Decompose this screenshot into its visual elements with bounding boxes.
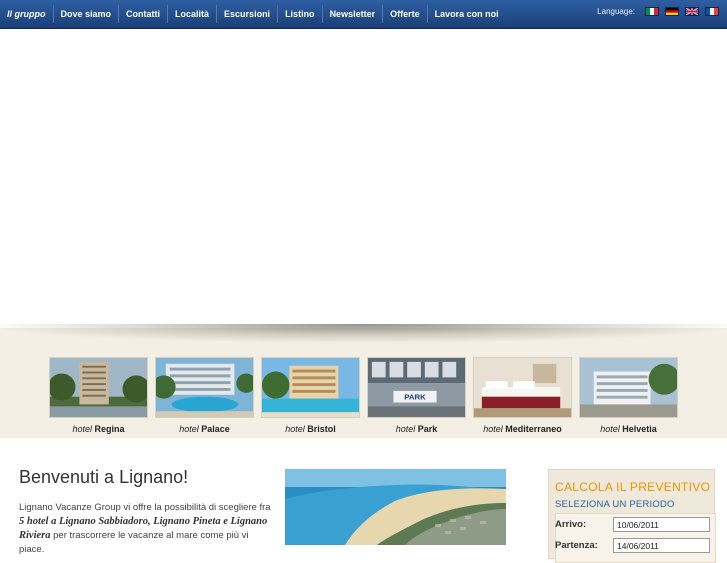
page-title: Benvenuti a Lignano! [19, 467, 189, 487]
hotel-card-park[interactable]: PARK hotel Park [367, 357, 466, 434]
hotel-palace-prefix: hotel [179, 424, 199, 434]
hotel-card-regina[interactable]: hotel Regina [49, 357, 148, 434]
nav-item-escursioni[interactable]: Escursioni [217, 5, 279, 23]
quote-calculator: CALCOLA IL PREVENTIVO SELEZIONA UN PERIO… [548, 469, 716, 563]
arrival-label: Arrivo: [555, 519, 587, 530]
hotel-helvetia-name[interactable]: Helvetia [622, 424, 657, 434]
hotel-palace-name[interactable]: Palace [201, 424, 230, 434]
svg-text:PARK: PARK [404, 393, 426, 402]
hotel-card-mediterraneo[interactable]: hotel Mediterraneo [473, 357, 572, 434]
intro-paragraph: Lignano Vacanze Group vi offre la possib… [19, 501, 271, 557]
nav-item-newsletter[interactable]: Newsletter [323, 5, 384, 23]
hotel-helvetia-prefix: hotel [600, 424, 620, 434]
french-flag-icon[interactable] [705, 7, 719, 16]
nav-item-localita[interactable]: Località [168, 5, 218, 23]
uk-flag-icon[interactable] [685, 7, 699, 16]
nav-item-dove-siamo[interactable]: Dove siamo [54, 5, 120, 23]
quote-calculator-subtitle: SELEZIONA UN PERIODO [555, 499, 675, 510]
banner-shadow [0, 324, 727, 342]
nav-item-contatti[interactable]: Contatti [119, 5, 169, 23]
departure-date-input[interactable] [613, 538, 710, 553]
hotel-card-helvetia[interactable]: hotel Helvetia [579, 357, 678, 434]
nav-item-il-gruppo[interactable]: Il gruppo [0, 5, 54, 23]
language-selector: Language: [597, 7, 719, 16]
hotel-park-name[interactable]: Park [418, 424, 438, 434]
hotel-helvetia-photo[interactable] [579, 357, 678, 418]
hotel-bristol-prefix: hotel [285, 424, 305, 434]
top-navigation-bar: Il gruppo Dove siamo Contatti Località E… [0, 0, 727, 29]
nav-item-listino[interactable]: Listino [278, 5, 323, 23]
hotel-mediterraneo-photo[interactable] [473, 357, 572, 418]
hotel-mediterraneo-prefix: hotel [483, 424, 503, 434]
main-nav: Il gruppo Dove siamo Contatti Località E… [0, 5, 506, 23]
intro-text-part2: per trascorrere le vacanze al mare come … [19, 530, 249, 555]
intro-text-part1: Lignano Vacanze Group vi offre la possib… [19, 502, 271, 513]
language-label: Language: [597, 7, 635, 16]
hotel-gallery: hotel Regina hotel Palace hotel Bristol [49, 357, 678, 434]
hotel-park-photo[interactable]: PARK [367, 357, 466, 418]
banner-area [0, 30, 727, 328]
nav-item-offerte[interactable]: Offerte [383, 5, 428, 23]
quote-calculator-title: CALCOLA IL PREVENTIVO [555, 480, 711, 494]
hotel-mediterraneo-name[interactable]: Mediterraneo [505, 424, 562, 434]
italian-flag-icon[interactable] [645, 7, 659, 16]
hotel-regina-name[interactable]: Regina [95, 424, 125, 434]
hotel-palace-photo[interactable] [155, 357, 254, 418]
hotel-card-palace[interactable]: hotel Palace [155, 357, 254, 434]
german-flag-icon[interactable] [665, 7, 679, 16]
hotel-bristol-name[interactable]: Bristol [307, 424, 336, 434]
arrival-row: Arrivo: [555, 517, 710, 532]
hotel-park-prefix: hotel [395, 424, 416, 434]
aerial-photo-lignano [285, 469, 506, 545]
hotel-bristol-photo[interactable] [261, 357, 360, 418]
departure-label: Partenza: [555, 540, 598, 551]
hotel-regina-photo[interactable] [49, 357, 148, 418]
nav-item-lavora-con-noi[interactable]: Lavora con noi [428, 5, 506, 23]
arrival-date-input[interactable] [613, 517, 710, 532]
hotel-card-bristol[interactable]: hotel Bristol [261, 357, 360, 434]
departure-row: Partenza: [555, 538, 710, 553]
hotel-regina-prefix: hotel [72, 424, 92, 434]
